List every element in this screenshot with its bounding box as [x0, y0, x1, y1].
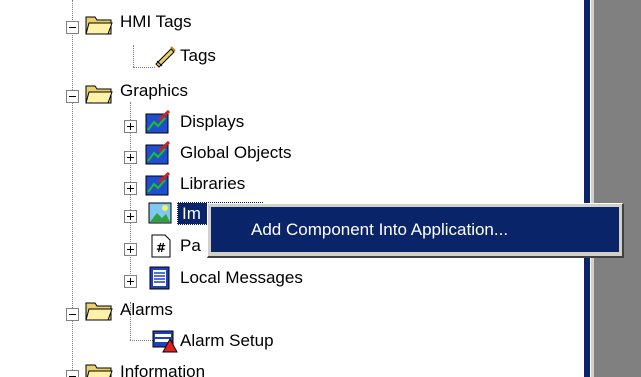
tree-node-label: Alarm Setup: [180, 331, 274, 350]
tree-node-alarm-setup[interactable]: Alarm Setup: [0, 327, 584, 353]
global-objects-icon: [145, 141, 171, 165]
tree-node-hmi-tags[interactable]: HMI Tags: [0, 8, 584, 35]
workspace-panel: [594, 0, 641, 377]
folder-open-icon: [85, 16, 113, 35]
tree-node-displays[interactable]: Displays: [0, 108, 584, 134]
expand-toggle[interactable]: [124, 182, 137, 195]
context-menu: Add Component Into Application...: [207, 203, 624, 258]
tree-node-label: Global Objects: [180, 143, 292, 162]
collapse-toggle[interactable]: [66, 308, 79, 321]
image-icon: [148, 202, 172, 224]
expand-toggle[interactable]: [124, 151, 137, 164]
tree-node-graphics[interactable]: Graphics: [0, 77, 584, 104]
expand-toggle[interactable]: [124, 120, 137, 133]
menu-item-label: Add Component Into Application...: [251, 220, 509, 239]
parameters-icon: #: [151, 234, 171, 258]
tree-node-label: Local Messages: [180, 268, 303, 287]
tree-node-label: Information: [120, 362, 206, 377]
tree-node-alarms[interactable]: Alarms: [0, 296, 584, 322]
alarm-setup-icon: [152, 330, 178, 353]
folder-open-icon: [85, 364, 113, 377]
expand-toggle[interactable]: [124, 210, 137, 223]
tree-node-label: Pa: [180, 236, 201, 255]
svg-text:#: #: [156, 241, 166, 255]
tags-icon: [155, 46, 176, 68]
libraries-icon: [145, 172, 171, 196]
folder-open-icon: [85, 85, 113, 104]
collapse-toggle[interactable]: [66, 370, 79, 377]
tree-node-label: Alarms: [120, 300, 173, 319]
add-component-menu-item[interactable]: Add Component Into Application...: [211, 207, 619, 252]
tree-node-global-objects[interactable]: Global Objects: [0, 139, 584, 165]
folder-open-icon: [85, 302, 113, 321]
tree-node-label: Displays: [180, 112, 245, 131]
tree-node-local-messages[interactable]: Local Messages: [0, 264, 584, 290]
tree-node-label: Im: [182, 204, 201, 223]
expand-toggle[interactable]: [124, 275, 137, 288]
local-messages-icon: [149, 266, 170, 290]
tree-node-label: Tags: [180, 46, 216, 65]
tree-node-label: HMI Tags: [120, 12, 192, 31]
collapse-toggle[interactable]: [66, 90, 79, 103]
project-tree[interactable]: HMI Tags Tags Graphics Displays Global O…: [0, 0, 584, 377]
tree-node-tags[interactable]: Tags: [0, 42, 584, 68]
tree-node-information[interactable]: Information: [0, 358, 584, 377]
tree-node-libraries[interactable]: Libraries: [0, 170, 584, 196]
collapse-toggle[interactable]: [66, 21, 79, 34]
tree-node-label: Libraries: [180, 174, 246, 193]
display-icon: [145, 110, 171, 134]
expand-toggle[interactable]: [124, 243, 137, 256]
tree-node-label: Graphics: [120, 81, 189, 100]
